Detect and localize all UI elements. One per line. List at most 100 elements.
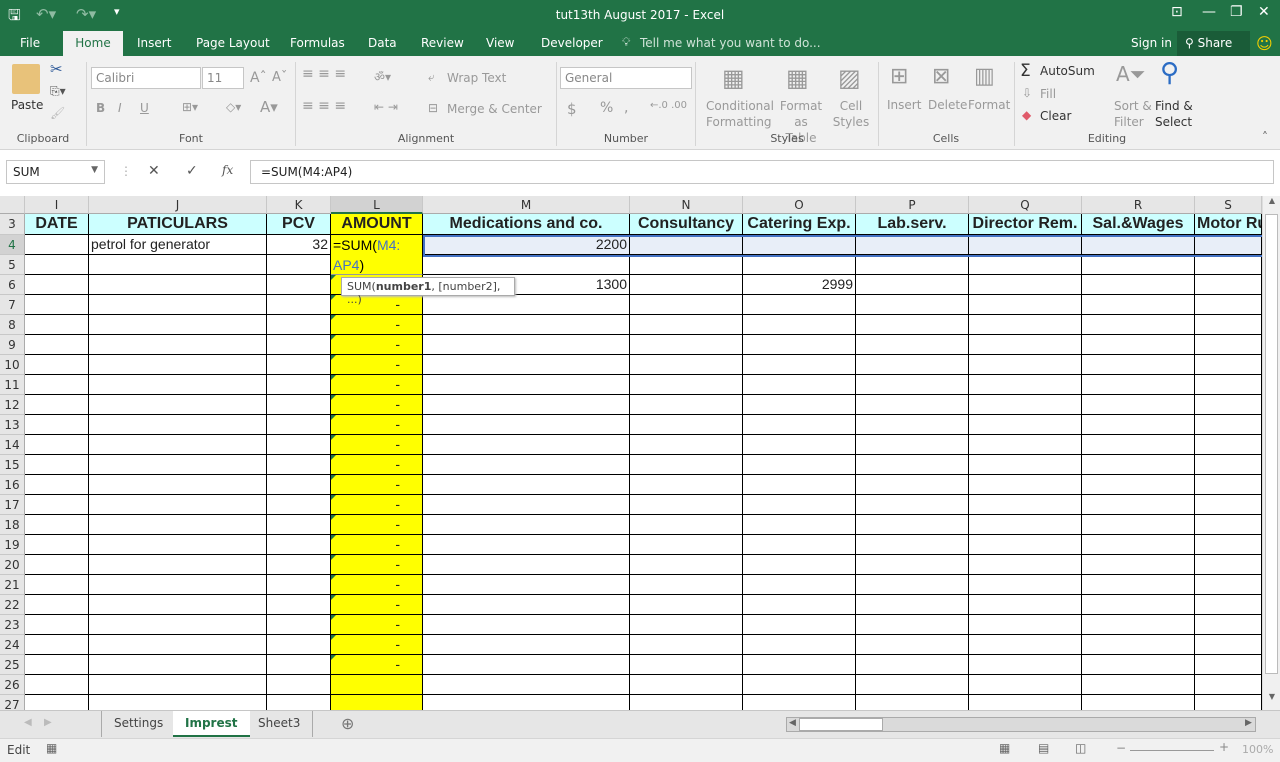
cell-O10[interactable] — [743, 355, 856, 375]
error-indicator-icon[interactable] — [331, 555, 336, 560]
error-indicator-icon[interactable] — [331, 375, 336, 380]
cell-S11[interactable] — [1195, 375, 1262, 395]
cell-I25[interactable] — [25, 655, 89, 675]
cell-L25[interactable]: - — [331, 655, 423, 675]
tab-view[interactable]: View — [486, 36, 514, 50]
cell-N9[interactable] — [630, 335, 743, 355]
cell-K11[interactable] — [267, 375, 331, 395]
header-cell-n[interactable]: Consultancy — [630, 214, 743, 235]
cell-N12[interactable] — [630, 395, 743, 415]
cell-M15[interactable] — [423, 455, 630, 475]
cell-R19[interactable] — [1082, 535, 1195, 555]
cell-I9[interactable] — [25, 335, 89, 355]
row-header-20[interactable]: 20 — [0, 555, 25, 575]
column-header-r[interactable]: R — [1082, 196, 1195, 214]
header-cell-r[interactable]: Sal.&Wages — [1082, 214, 1195, 235]
cell-L17[interactable]: - — [331, 495, 423, 515]
enter-icon[interactable]: ✓ — [186, 163, 198, 179]
increase-font-icon[interactable]: Aˆ — [250, 70, 267, 86]
tab-formulas[interactable]: Formulas — [290, 36, 345, 50]
name-box[interactable]: SUM ▼ — [6, 160, 105, 184]
cell-P14[interactable] — [856, 435, 969, 455]
cell-L19[interactable]: - — [331, 535, 423, 555]
cell-P26[interactable] — [856, 675, 969, 695]
cell-Q19[interactable] — [969, 535, 1082, 555]
cell-K4[interactable]: 32 — [267, 235, 331, 255]
font-size-select[interactable]: 11 — [202, 67, 244, 89]
italic-button[interactable]: I — [118, 101, 122, 115]
cell-P10[interactable] — [856, 355, 969, 375]
cell-I24[interactable] — [25, 635, 89, 655]
cell-K12[interactable] — [267, 395, 331, 415]
cell-I22[interactable] — [25, 595, 89, 615]
cell-P23[interactable] — [856, 615, 969, 635]
formula-input[interactable]: =SUM(M4:AP4) — [250, 160, 1274, 184]
cell-O14[interactable] — [743, 435, 856, 455]
cell-Q25[interactable] — [969, 655, 1082, 675]
cell-N13[interactable] — [630, 415, 743, 435]
tell-me-input[interactable]: Tell me what you want to do... — [640, 36, 821, 50]
cell-J4[interactable]: petrol for generator — [89, 235, 267, 255]
cell-K21[interactable] — [267, 575, 331, 595]
vertical-scrollbar[interactable]: ▲ ▼ — [1262, 196, 1280, 710]
cell-J24[interactable] — [89, 635, 267, 655]
cell-O6[interactable]: 2999 — [743, 275, 856, 295]
cell-M7[interactable] — [423, 295, 630, 315]
cell-S26[interactable] — [1195, 675, 1262, 695]
cell-L22[interactable]: - — [331, 595, 423, 615]
cell-Q20[interactable] — [969, 555, 1082, 575]
cell-R11[interactable] — [1082, 375, 1195, 395]
row-header-26[interactable]: 26 — [0, 675, 25, 695]
row-header-13[interactable]: 13 — [0, 415, 25, 435]
error-indicator-icon[interactable] — [331, 655, 336, 660]
cell-K10[interactable] — [267, 355, 331, 375]
percent-button[interactable]: % — [600, 100, 613, 116]
share-button[interactable]: ⚲ Share — [1177, 31, 1250, 56]
cell-O4[interactable] — [743, 235, 856, 255]
cell-L23[interactable]: - — [331, 615, 423, 635]
cell-R5[interactable] — [1082, 255, 1195, 275]
cell-N6[interactable] — [630, 275, 743, 295]
cell-P8[interactable] — [856, 315, 969, 335]
cell-O25[interactable] — [743, 655, 856, 675]
row-header-25[interactable]: 25 — [0, 655, 25, 675]
cell-R14[interactable] — [1082, 435, 1195, 455]
cell-J9[interactable] — [89, 335, 267, 355]
row-header-22[interactable]: 22 — [0, 595, 25, 615]
horizontal-scroll-thumb[interactable] — [799, 718, 883, 731]
cell-P17[interactable] — [856, 495, 969, 515]
cell-M5[interactable] — [423, 255, 630, 275]
cell-P22[interactable] — [856, 595, 969, 615]
cell-S22[interactable] — [1195, 595, 1262, 615]
cell-L8[interactable]: - — [331, 315, 423, 335]
cell-P25[interactable] — [856, 655, 969, 675]
page-break-view-icon[interactable]: ◫ — [1075, 741, 1086, 755]
cell-O22[interactable] — [743, 595, 856, 615]
cell-K23[interactable] — [267, 615, 331, 635]
normal-view-icon[interactable]: ▦ — [999, 741, 1010, 755]
autosum-button[interactable]: AutoSum — [1040, 64, 1095, 78]
cell-K6[interactable] — [267, 275, 331, 295]
cell-S23[interactable] — [1195, 615, 1262, 635]
format-painter-icon[interactable]: 🖌︎ — [50, 106, 65, 120]
cell-Q23[interactable] — [969, 615, 1082, 635]
conditional-formatting-button[interactable]: Conditional Formatting — [706, 98, 774, 130]
restore-icon[interactable]: ❐ — [1230, 4, 1243, 20]
cell-I4[interactable] — [25, 235, 89, 255]
error-indicator-icon[interactable] — [331, 415, 336, 420]
bold-button[interactable]: B — [96, 101, 105, 115]
cell-R13[interactable] — [1082, 415, 1195, 435]
row-header-14[interactable]: 14 — [0, 435, 25, 455]
cell-J25[interactable] — [89, 655, 267, 675]
cell-R8[interactable] — [1082, 315, 1195, 335]
scroll-right-icon[interactable]: ▶ — [1245, 718, 1252, 728]
cell-I5[interactable] — [25, 255, 89, 275]
cell-P5[interactable] — [856, 255, 969, 275]
sort-filter-button[interactable]: Sort & Filter — [1114, 98, 1152, 130]
error-indicator-icon[interactable] — [331, 335, 336, 340]
cell-Q10[interactable] — [969, 355, 1082, 375]
cell-J13[interactable] — [89, 415, 267, 435]
cell-I10[interactable] — [25, 355, 89, 375]
cell-S12[interactable] — [1195, 395, 1262, 415]
cell-K20[interactable] — [267, 555, 331, 575]
